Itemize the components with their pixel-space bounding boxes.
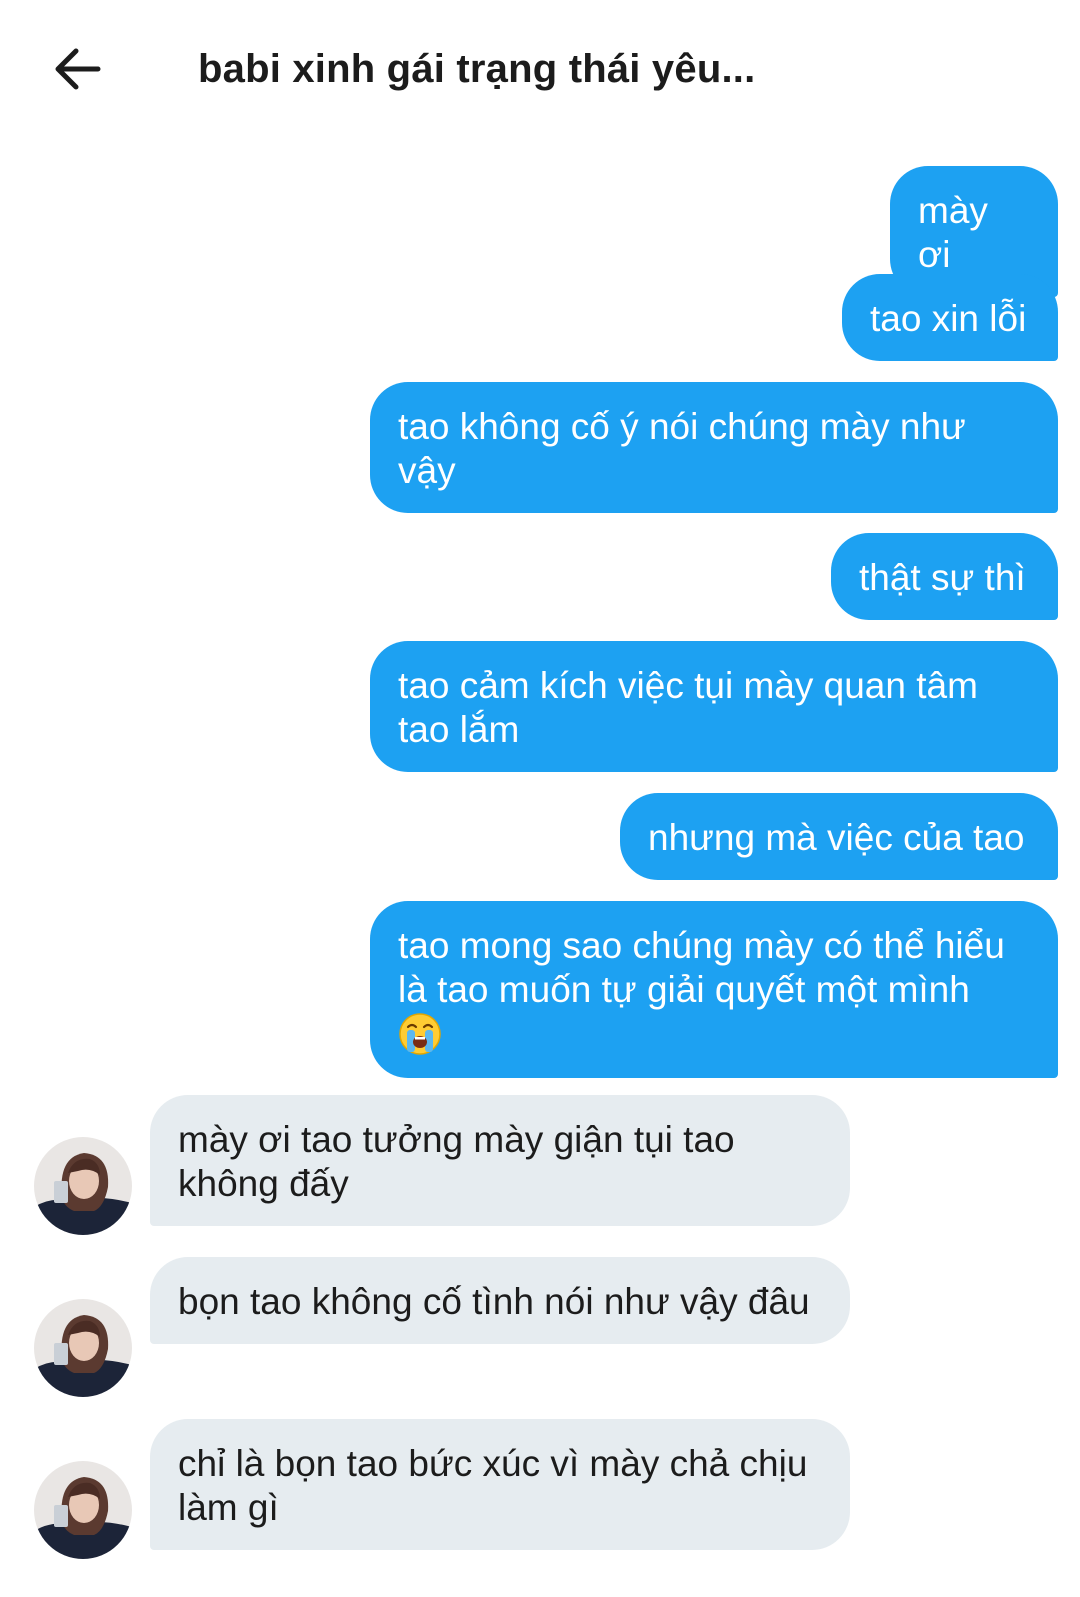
outgoing-message[interactable]: tao mong sao chúng mày có thể hiểu là ta… bbox=[370, 901, 1058, 1078]
chat-header: babi xinh gái trạng thái yêu... bbox=[0, 0, 1080, 140]
outgoing-message[interactable]: tao xin lỗi bbox=[842, 274, 1058, 361]
message-text: tao không cố ý nói chúng mày như vậy bbox=[398, 406, 966, 491]
incoming-message[interactable]: chỉ là bọn tao bức xúc vì mày chả chịu l… bbox=[150, 1419, 850, 1550]
outgoing-message[interactable]: tao không cố ý nói chúng mày như vậy bbox=[370, 382, 1058, 513]
back-button[interactable] bbox=[50, 42, 104, 96]
message-text: tao cảm kích việc tụi mày quan tâm tao l… bbox=[398, 665, 978, 750]
contact-avatar[interactable] bbox=[34, 1299, 132, 1397]
message-text: tao mong sao chúng mày có thể hiểu là ta… bbox=[398, 925, 1005, 1010]
conversation-title[interactable]: babi xinh gái trạng thái yêu... bbox=[198, 38, 755, 100]
message-text: mày ơi tao tưởng mày giận tụi tao không … bbox=[178, 1119, 735, 1204]
message-text: thật sự thì bbox=[859, 557, 1026, 598]
contact-avatar[interactable] bbox=[34, 1461, 132, 1559]
incoming-message[interactable]: bọn tao không cố tình nói như vậy đâu bbox=[150, 1257, 850, 1344]
incoming-message[interactable]: mày ơi tao tưởng mày giận tụi tao không … bbox=[150, 1095, 850, 1226]
message-text: nhưng mà việc của tao bbox=[648, 817, 1025, 858]
message-text: bọn tao không cố tình nói như vậy đâu bbox=[178, 1281, 810, 1322]
arrow-left-icon bbox=[55, 48, 101, 90]
outgoing-message[interactable]: thật sự thì bbox=[831, 533, 1058, 620]
outgoing-message[interactable]: nhưng mà việc của tao bbox=[620, 793, 1058, 880]
contact-avatar[interactable] bbox=[34, 1137, 132, 1235]
message-text: tao xin lỗi bbox=[870, 298, 1027, 339]
outgoing-message[interactable]: tao cảm kích việc tụi mày quan tâm tao l… bbox=[370, 641, 1058, 772]
loudly-crying-face-emoji bbox=[398, 1012, 442, 1056]
message-text: mày ơi bbox=[918, 190, 988, 275]
message-text: chỉ là bọn tao bức xúc vì mày chả chịu l… bbox=[178, 1443, 808, 1528]
